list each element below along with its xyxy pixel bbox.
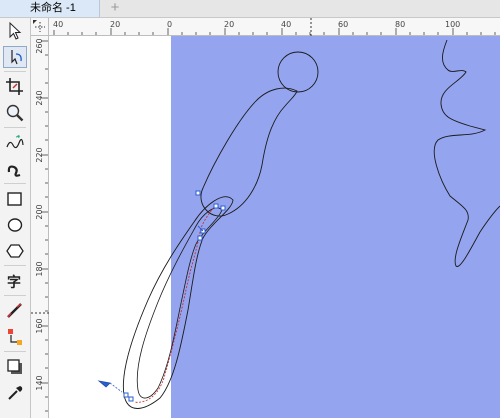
toolbox: 字 bbox=[0, 18, 31, 418]
crop-icon bbox=[6, 78, 23, 95]
polygon-icon bbox=[6, 244, 24, 258]
shadow-icon bbox=[7, 359, 22, 374]
eyedropper-tool[interactable] bbox=[3, 382, 27, 404]
rectangle-icon bbox=[7, 192, 22, 206]
pick-tool[interactable] bbox=[3, 20, 27, 42]
magnifier-icon bbox=[6, 104, 24, 122]
path-node[interactable] bbox=[123, 392, 129, 398]
zoom-tool[interactable] bbox=[3, 102, 27, 124]
ruler-label: 160 bbox=[35, 318, 44, 334]
path-node[interactable] bbox=[195, 190, 201, 196]
blue-rectangle[interactable] bbox=[171, 36, 500, 418]
new-tab-button[interactable]: + bbox=[104, 0, 126, 17]
artistic-media-tool[interactable] bbox=[3, 158, 27, 180]
document-tab[interactable]: 未命名 -1 bbox=[0, 0, 100, 17]
ellipse-tool[interactable] bbox=[3, 214, 27, 236]
freehand-tool[interactable] bbox=[3, 132, 27, 154]
brush-curve-icon bbox=[7, 165, 21, 177]
polygon-tool[interactable] bbox=[3, 240, 27, 262]
ellipse-icon bbox=[7, 218, 23, 232]
ruler-label: 20 bbox=[110, 20, 121, 29]
ruler-label: 180 bbox=[35, 261, 44, 277]
drawing-canvas[interactable] bbox=[49, 36, 500, 418]
dimension-icon bbox=[7, 303, 22, 318]
ruler-label: 200 bbox=[35, 204, 44, 220]
ruler-label: 40 bbox=[53, 20, 64, 29]
ruler-label: 40 bbox=[281, 20, 292, 29]
ruler-label: 140 bbox=[35, 375, 44, 391]
interactive-fill-tool[interactable] bbox=[3, 326, 27, 348]
ruler-label: 80 bbox=[395, 20, 406, 29]
path-node[interactable] bbox=[197, 235, 203, 241]
text-tool[interactable]: 字 bbox=[3, 270, 27, 292]
ruler-label: 0 bbox=[167, 20, 173, 29]
ruler-label: 60 bbox=[338, 20, 349, 29]
text-icon: 字 bbox=[7, 275, 21, 291]
arrow-icon bbox=[9, 21, 22, 40]
ruler-label: 240 bbox=[35, 90, 44, 106]
drop-shadow-tool[interactable] bbox=[3, 356, 27, 378]
parallel-dimension-tool[interactable] bbox=[3, 300, 27, 322]
horizontal-ruler[interactable]: 40 20 0 20 40 60 80 100 bbox=[49, 18, 500, 36]
ruler-label: 260 bbox=[35, 38, 44, 54]
node-edit-icon bbox=[11, 50, 22, 65]
document-tab-title: 未命名 -1 bbox=[30, 2, 76, 14]
ruler-origin-icon bbox=[33, 20, 45, 32]
vertical-ruler[interactable]: 260 240 220 200 180 160 140 bbox=[31, 36, 49, 418]
path-node[interactable] bbox=[128, 396, 134, 402]
ruler-label: 220 bbox=[35, 147, 44, 163]
crop-tool[interactable] bbox=[3, 76, 27, 98]
eyedropper-icon bbox=[8, 386, 23, 400]
ruler-label: 20 bbox=[224, 20, 235, 29]
freehand-icon bbox=[6, 134, 24, 149]
document-tab-bar: 未命名 -1 + bbox=[0, 0, 500, 18]
pointer-cursor-icon bbox=[97, 380, 111, 388]
path-node[interactable] bbox=[220, 205, 226, 211]
ruler-origin-corner[interactable] bbox=[31, 18, 49, 36]
path-node[interactable] bbox=[213, 203, 219, 209]
ruler-label: 100 bbox=[445, 20, 461, 29]
fill-icon bbox=[8, 329, 22, 345]
shape-tool[interactable] bbox=[3, 46, 27, 68]
canvas-artwork bbox=[97, 36, 500, 418]
rectangle-tool[interactable] bbox=[3, 188, 27, 210]
